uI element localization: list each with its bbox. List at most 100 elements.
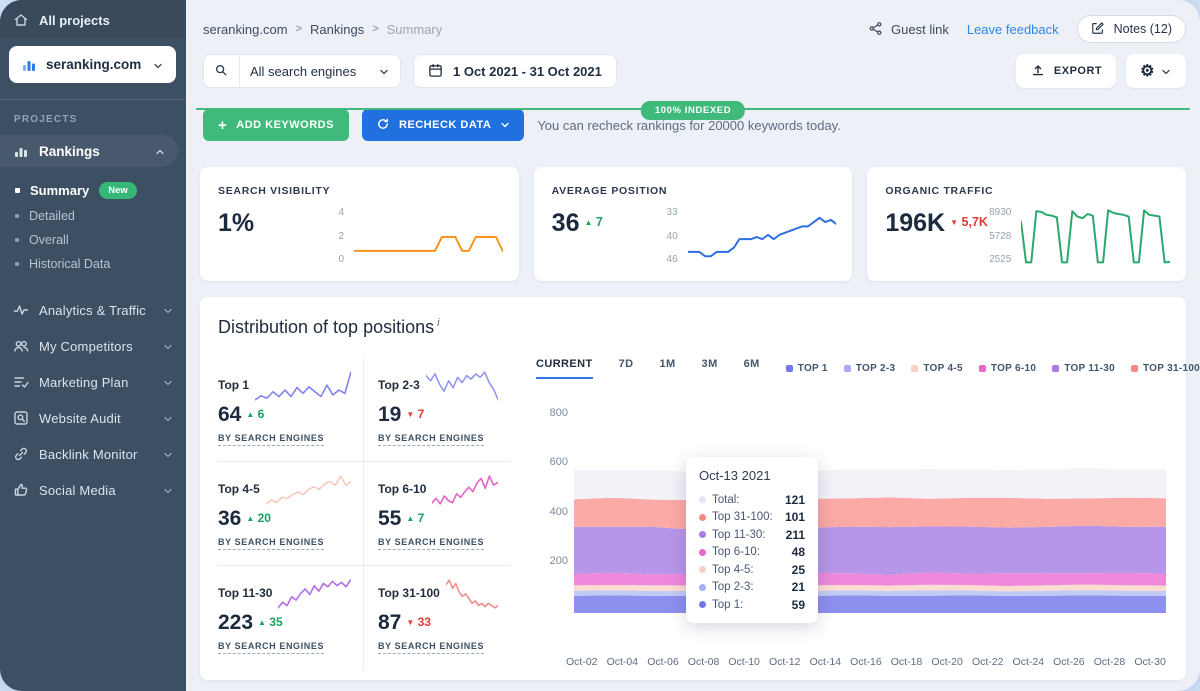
- sidebar: All projects seranking.com PROJECTS Rank…: [0, 0, 186, 691]
- sidebar-item[interactable]: Analytics & Traffic: [0, 292, 186, 328]
- rankings-subitem[interactable]: Detailed: [0, 204, 186, 228]
- export-button[interactable]: EXPORT: [1016, 54, 1116, 88]
- legend-item[interactable]: TOP 6-10: [979, 363, 1036, 374]
- search-icon: [214, 63, 230, 79]
- rankings-subitem[interactable]: Historical Data: [0, 252, 186, 276]
- x-axis-label: Oct-22: [972, 656, 1004, 668]
- chevron-down-icon: [152, 59, 164, 71]
- toolbar-right: EXPORT ⚙: [1016, 54, 1186, 88]
- rankings-submenu: Summary New Detailed Overall Historical …: [0, 167, 186, 282]
- sidebar-item[interactable]: Marketing Plan: [0, 364, 186, 400]
- tooltip-label: Top 2-3:: [712, 581, 786, 593]
- tile-value: 55: [378, 508, 401, 529]
- legend-color-dot: [1131, 365, 1138, 372]
- leave-feedback-link[interactable]: Leave feedback: [967, 22, 1059, 37]
- x-axis-label: Oct-28: [1094, 656, 1126, 668]
- legend-item[interactable]: TOP 11-30: [1052, 363, 1115, 374]
- tooltip-dot: [699, 566, 706, 573]
- stat-sparkline: [1021, 205, 1170, 269]
- subitem-label: Historical Data: [29, 257, 110, 271]
- by-search-engines-link[interactable]: BY SEARCH ENGINES: [218, 433, 324, 446]
- export-label: EXPORT: [1054, 65, 1102, 77]
- legend-item[interactable]: TOP 4-5: [911, 363, 963, 374]
- breadcrumb-item[interactable]: Rankings: [310, 22, 364, 37]
- legend-color-dot: [844, 365, 851, 372]
- tile-label: Top 4-5: [218, 474, 260, 496]
- recheck-data-button[interactable]: RECHECK DATA: [362, 109, 524, 141]
- y-tick-label: 5728: [989, 231, 1011, 242]
- sidebar-item-all-projects[interactable]: All projects: [0, 0, 186, 38]
- tile-label: Top 31-100: [378, 578, 440, 600]
- all-projects-label: All projects: [39, 13, 110, 28]
- x-axis-label: Oct-10: [728, 656, 760, 668]
- info-icon[interactable]: i: [437, 317, 439, 329]
- sidebar-item-rankings[interactable]: Rankings: [0, 135, 178, 167]
- sidebar-item[interactable]: My Competitors: [0, 328, 186, 364]
- chart-tab[interactable]: 1M: [659, 358, 675, 379]
- chart-tab[interactable]: 3M: [702, 358, 718, 379]
- position-tile: Top 6-10 55 ▲ 7 BY SEARCH ENGINES: [364, 462, 510, 566]
- project-selector[interactable]: seranking.com: [9, 46, 176, 83]
- bullet-icon: [15, 214, 19, 218]
- refresh-icon: [375, 117, 391, 133]
- stat-y-axis: 334046: [644, 205, 678, 269]
- panel-body: Top 1 64 ▲ 6 BY SEARCH ENGINES Top 2-3 1…: [218, 358, 1166, 670]
- chart-tab[interactable]: 6M: [744, 358, 760, 379]
- settings-button[interactable]: ⚙: [1126, 54, 1186, 88]
- sidebar-item-label: Social Media: [39, 483, 152, 498]
- tile-value: 19: [378, 404, 401, 425]
- tooltip-value: 48: [792, 545, 805, 559]
- by-search-engines-link[interactable]: BY SEARCH ENGINES: [378, 537, 484, 550]
- sidebar-item-label: Website Audit: [39, 411, 152, 426]
- rankings-icon: [13, 143, 29, 159]
- date-range-picker[interactable]: 1 Oct 2021 - 31 Oct 2021: [413, 54, 617, 88]
- by-search-engines-link[interactable]: BY SEARCH ENGINES: [218, 641, 324, 654]
- bullet-icon: [15, 238, 19, 242]
- by-search-engines-link[interactable]: BY SEARCH ENGINES: [378, 433, 484, 446]
- chart-tab[interactable]: 7D: [619, 358, 634, 379]
- notes-button[interactable]: Notes (12): [1077, 15, 1186, 43]
- guest-link-button[interactable]: Guest link: [868, 21, 949, 37]
- stat-label: AVERAGE POSITION: [552, 185, 837, 197]
- y-tick-label: 46: [667, 254, 678, 265]
- breadcrumb-item[interactable]: seranking.com: [203, 22, 288, 37]
- sidebar-item[interactable]: Website Audit: [0, 400, 186, 436]
- tooltip-dot: [699, 496, 706, 503]
- chart-tab[interactable]: CURRENT: [536, 358, 593, 379]
- tile-label: Top 2-3: [378, 370, 420, 392]
- people-icon: [13, 338, 29, 354]
- x-axis-label: Oct-26: [1053, 656, 1085, 668]
- stat-card: SEARCH VISIBILITY 1% 420: [200, 167, 519, 281]
- legend-label: TOP 6-10: [991, 363, 1036, 374]
- subitem-label: Overall: [29, 233, 69, 247]
- sidebar-item[interactable]: Backlink Monitor: [0, 436, 186, 472]
- stat-value: 196K: [885, 211, 945, 236]
- rankings-subitem[interactable]: Overall: [0, 228, 186, 252]
- x-axis-label: Oct-18: [891, 656, 923, 668]
- tile-sparkline: [255, 370, 351, 402]
- tile-label: Top 6-10: [378, 474, 426, 496]
- add-keywords-button[interactable]: + ADD KEYWORDS: [203, 109, 349, 141]
- chevron-down-icon: [162, 484, 174, 496]
- legend-item[interactable]: TOP 1: [786, 363, 828, 374]
- sidebar-item-label: Marketing Plan: [39, 375, 152, 390]
- main-content: seranking.com>Rankings>Summary Guest lin…: [186, 0, 1200, 691]
- tile-delta: ▲ 7: [406, 511, 424, 525]
- by-search-engines-link[interactable]: BY SEARCH ENGINES: [218, 537, 324, 550]
- rankings-subitem[interactable]: Summary New: [0, 177, 186, 204]
- by-search-engines-link[interactable]: BY SEARCH ENGINES: [378, 641, 484, 654]
- subitem-label: Summary: [30, 183, 89, 198]
- tooltip-row: Top 31-100: 101: [699, 509, 805, 527]
- x-axis-label: Oct-06: [647, 656, 679, 668]
- sidebar-item[interactable]: Social Media: [0, 472, 186, 508]
- search-engines-select[interactable]: All search engines: [203, 54, 401, 88]
- add-keywords-label: ADD KEYWORDS: [236, 119, 334, 131]
- legend-color-dot: [786, 365, 793, 372]
- legend-item[interactable]: TOP 31-100: [1131, 363, 1200, 374]
- stacked-area-chart[interactable]: [574, 391, 1166, 650]
- legend-item[interactable]: TOP 2-3: [844, 363, 896, 374]
- distribution-panel: Distribution of top positionsi Top 1 64 …: [200, 297, 1186, 680]
- tooltip-value: 121: [785, 493, 805, 507]
- chart-legend: TOP 1 TOP 2-3 TOP 4-5 TOP 6-10 TOP 11-30…: [786, 363, 1200, 374]
- breadcrumb-separator: >: [372, 23, 378, 35]
